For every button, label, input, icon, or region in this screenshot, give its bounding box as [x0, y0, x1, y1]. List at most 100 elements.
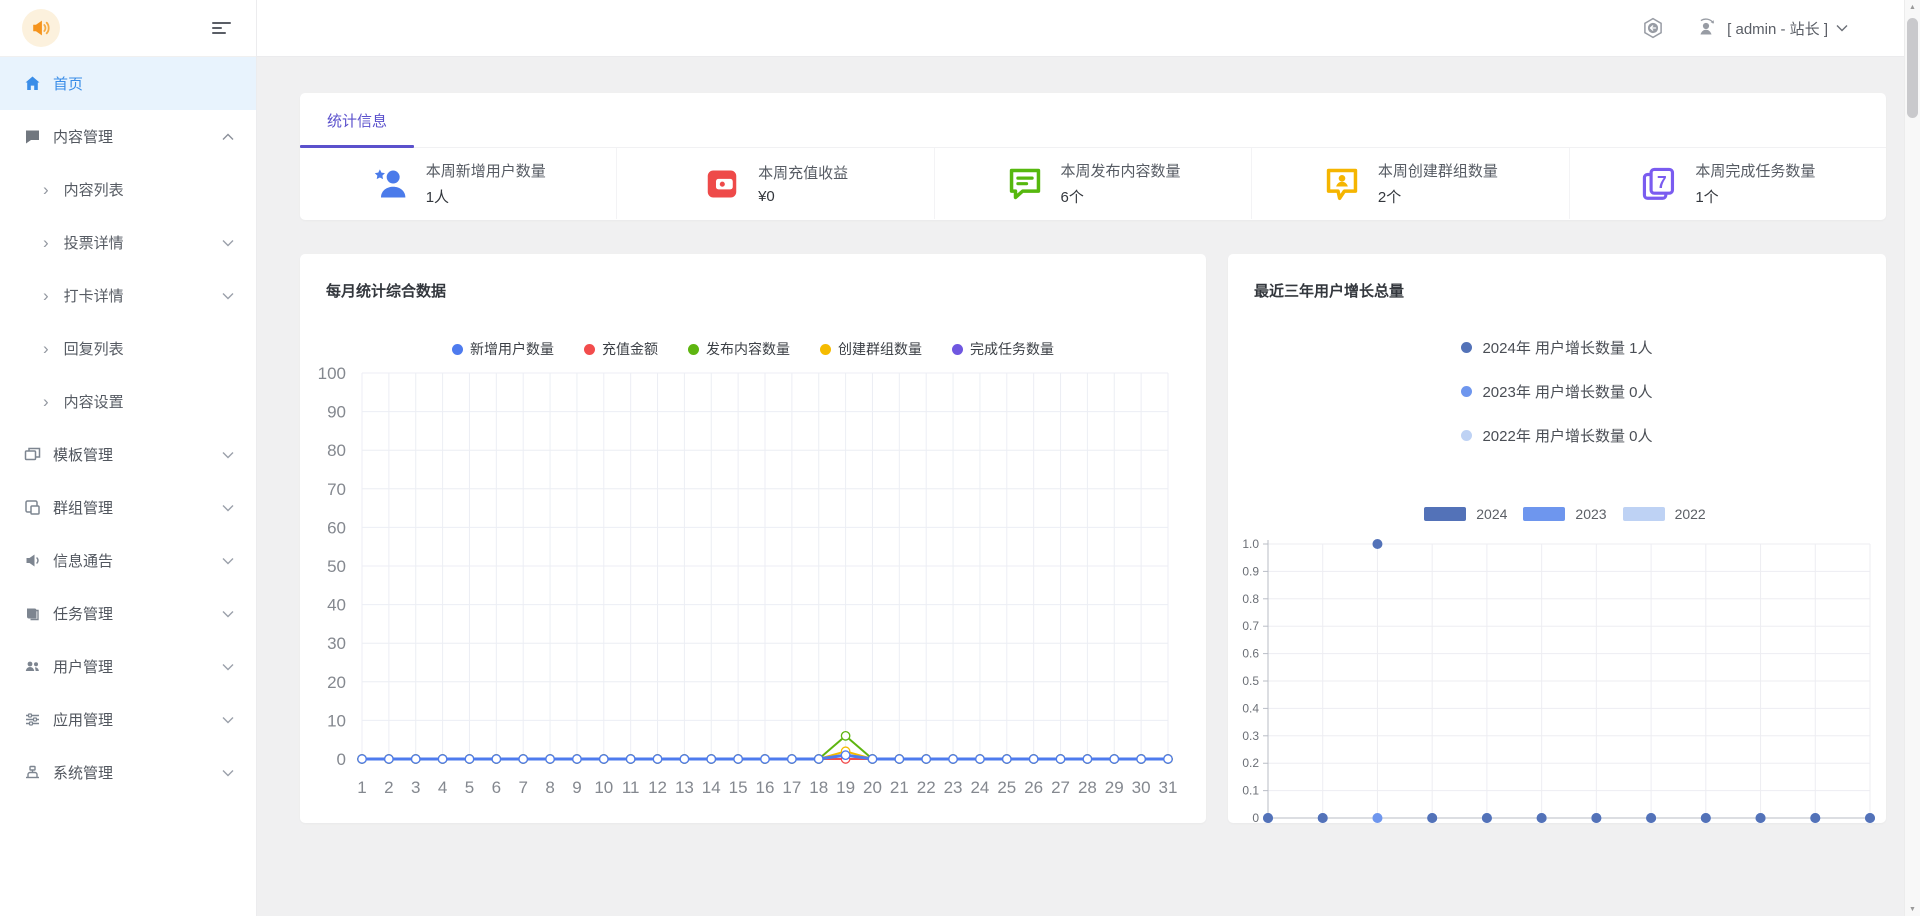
scrollbar[interactable]: ▲ ▼ [1904, 0, 1920, 916]
sidebar-subitem-content-settings[interactable]: › 内容设置 [0, 375, 256, 428]
sidebar-item-app-mgmt[interactable]: 应用管理 [0, 693, 256, 746]
stat-value: 6个 [1061, 186, 1181, 207]
sidebar-item-user-mgmt[interactable]: 用户管理 [0, 640, 256, 693]
sidebar-item-label: 任务管理 [53, 603, 222, 624]
chevron-right-icon: › [43, 181, 49, 198]
legend-label: 完成任务数量 [970, 339, 1054, 359]
apps-sliders-icon [24, 711, 41, 728]
legend-dot [688, 344, 699, 355]
year-2023-summary[interactable]: 2023年 用户增长数量 0人 [1461, 381, 1652, 402]
group-icon [24, 499, 41, 516]
stat-published-content: 本周发布内容数量 6个 [935, 148, 1252, 219]
stat-completed-tasks: 7 本周完成任务数量 1个 [1570, 148, 1886, 219]
scroll-down-arrow[interactable]: ▼ [1905, 902, 1920, 916]
panel-title: 每月统计综合数据 [300, 254, 1206, 301]
monthly-stats-plot: 1234567891011121314151617181920212223242… [300, 359, 1206, 819]
sidebar-item-group-mgmt[interactable]: 群组管理 [0, 481, 256, 534]
legend-label: 2023 [1575, 506, 1606, 522]
stat-value: ¥0 [758, 188, 848, 205]
sidebar-item-label: 首页 [53, 73, 234, 94]
legend-item-充值金额[interactable]: 充值金额 [584, 339, 658, 359]
screen-toggle-button[interactable] [1641, 16, 1665, 40]
yearly-growth-panel: 最近三年用户增长总量 2024年 用户增长数量 1人 2023年 用户增长数量 … [1228, 254, 1886, 823]
svg-text:40: 40 [327, 596, 346, 615]
sidebar-item-label: 用户管理 [53, 656, 222, 677]
user-menu[interactable]: [ admin - 站长 ] [1693, 15, 1848, 41]
tab-stats-info[interactable]: 统计信息 [300, 93, 414, 147]
sidebar-subitem-reply-list[interactable]: › 回复列表 [0, 322, 256, 375]
chevron-right-icon: › [43, 287, 49, 304]
hexagon-back-icon [1641, 16, 1665, 40]
svg-text:0.5: 0.5 [1242, 674, 1259, 688]
sidebar-item-home[interactable]: 首页 [0, 57, 256, 110]
chevron-down-icon [222, 451, 234, 459]
monthly-chart-legend: 新增用户数量 充值金额 发布内容数量 创建群组数量 完成任务数量 [300, 339, 1206, 359]
svg-text:27: 27 [1051, 778, 1070, 797]
legend-swatch-2024[interactable] [1424, 507, 1466, 521]
sidebar-item-label: 群组管理 [53, 497, 222, 518]
chevron-down-icon [222, 769, 234, 777]
sidebar-item-content-mgmt[interactable]: 内容管理 [0, 110, 256, 163]
sidebar-menu: 首页 内容管理 › 内容列表 › 投票详情 › 打卡详情 [0, 57, 256, 799]
svg-text:28: 28 [1078, 778, 1097, 797]
svg-text:0.6: 0.6 [1242, 647, 1259, 661]
legend-item-完成任务数量[interactable]: 完成任务数量 [952, 339, 1054, 359]
legend-label: 2022 [1675, 506, 1706, 522]
svg-text:20: 20 [327, 673, 346, 692]
app-logo[interactable] [22, 9, 60, 47]
yearly-summary-list: 2024年 用户增长数量 1人 2023年 用户增长数量 0人 2022年 用户… [1461, 337, 1652, 446]
chevron-down-icon [222, 610, 234, 618]
sidebar-item-label: 模板管理 [53, 444, 222, 465]
sidebar-item-label: 内容管理 [53, 126, 222, 147]
sidebar: 首页 内容管理 › 内容列表 › 投票详情 › 打卡详情 [0, 0, 257, 916]
template-icon [24, 446, 41, 463]
year-2024-summary[interactable]: 2024年 用户增长数量 1人 [1461, 337, 1652, 358]
legend-item-发布内容数量[interactable]: 发布内容数量 [688, 339, 790, 359]
svg-text:26: 26 [1024, 778, 1043, 797]
legend-swatch-2022[interactable] [1623, 507, 1665, 521]
scrollbar-thumb[interactable] [1907, 18, 1918, 118]
stat-value: 1人 [426, 186, 546, 207]
chevron-down-icon [222, 504, 234, 512]
sidebar-subitem-content-list[interactable]: › 内容列表 [0, 163, 256, 216]
sidebar-subitem-vote-detail[interactable]: › 投票详情 [0, 216, 256, 269]
svg-text:7: 7 [518, 778, 527, 797]
yearly-growth-plot: 1月2月3月4月5月6月7月8月9月10月11月12月00.10.20.30.4… [1228, 534, 1886, 823]
svg-text:29: 29 [1105, 778, 1124, 797]
weekly-stats-card: 统计信息 本周新增用户数量 1人 [300, 93, 1886, 220]
system-icon [24, 764, 41, 781]
sidebar-item-announcements[interactable]: 信息通告 [0, 534, 256, 587]
collapse-sidebar-button[interactable] [212, 21, 232, 35]
svg-text:0.2: 0.2 [1242, 756, 1259, 770]
top-header: [ admin - 站长 ] [257, 0, 1920, 57]
stat-label: 本周发布内容数量 [1061, 160, 1181, 181]
svg-text:6: 6 [492, 778, 501, 797]
sidebar-item-label: 信息通告 [53, 550, 222, 571]
panel-title: 最近三年用户增长总量 [1228, 254, 1886, 301]
chevron-down-icon [222, 239, 234, 247]
sidebar-item-task-mgmt[interactable]: 任务管理 [0, 587, 256, 640]
announcement-icon [24, 552, 41, 569]
legend-item-新增用户数量[interactable]: 新增用户数量 [452, 339, 554, 359]
legend-dot [1461, 430, 1472, 441]
legend-dot [952, 344, 963, 355]
svg-text:90: 90 [327, 403, 346, 422]
legend-item-创建群组数量[interactable]: 创建群组数量 [820, 339, 922, 359]
scroll-up-arrow[interactable]: ▲ [1905, 0, 1920, 14]
svg-text:3: 3 [411, 778, 420, 797]
svg-text:10: 10 [327, 711, 346, 730]
group-bubble-icon [1323, 165, 1361, 203]
sidebar-item-template-mgmt[interactable]: 模板管理 [0, 428, 256, 481]
legend-swatch-2023[interactable] [1523, 507, 1565, 521]
chevron-down-icon [1836, 24, 1848, 32]
svg-text:0.7: 0.7 [1242, 619, 1259, 633]
sidebar-item-system-mgmt[interactable]: 系统管理 [0, 746, 256, 799]
stat-label: 本周新增用户数量 [426, 160, 546, 181]
svg-text:70: 70 [327, 480, 346, 499]
stat-label: 本周充值收益 [758, 162, 848, 183]
sidebar-subitem-label: 投票详情 [64, 232, 222, 253]
svg-text:0.4: 0.4 [1242, 701, 1259, 715]
year-2022-summary[interactable]: 2022年 用户增长数量 0人 [1461, 425, 1652, 446]
sidebar-subitem-checkin-detail[interactable]: › 打卡详情 [0, 269, 256, 322]
legend-dot [820, 344, 831, 355]
